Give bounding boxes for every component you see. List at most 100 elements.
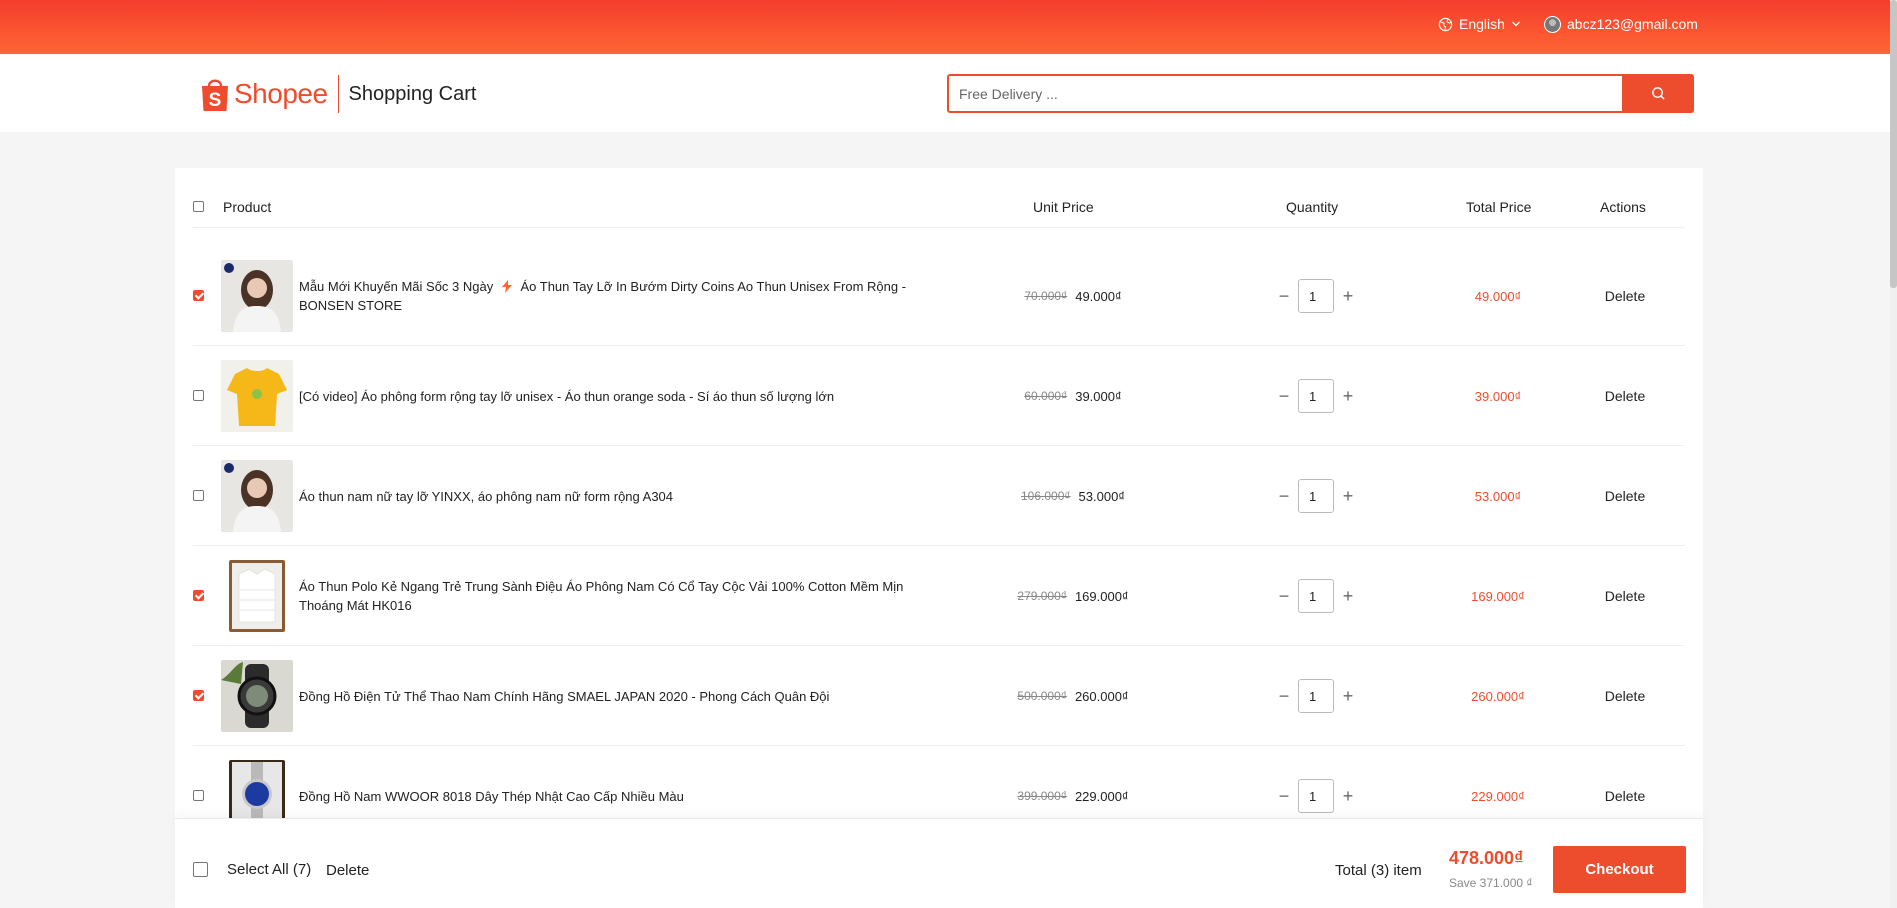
svg-text:S: S (209, 90, 222, 111)
table-row: Áo thun nam nữ tay lỡ YINXX, áo phông na… (193, 446, 1685, 546)
product-name[interactable]: Áo thun nam nữ tay lỡ YINXX, áo phông na… (299, 446, 929, 546)
product-image[interactable] (229, 560, 285, 632)
page-scrollbar[interactable] (1890, 0, 1897, 908)
table-row: [Có video] Áo phông form rộng tay lỡ uni… (193, 346, 1685, 446)
delete-button[interactable]: Delete (1573, 446, 1677, 546)
row-total-price: 229.000₫ (1471, 788, 1525, 804)
header-actions: Actions (1600, 199, 1646, 215)
chevron-down-icon (1511, 21, 1520, 27)
quantity-stepper: −1 + (1270, 279, 1362, 313)
quantity-input[interactable]: 1 (1298, 479, 1334, 513)
search-bar (947, 74, 1694, 113)
header-unit-price: Unit Price (1033, 199, 1094, 215)
flash-sale-icon (501, 280, 512, 293)
increase-button[interactable]: + (1334, 381, 1362, 411)
row-total-price: 260.000₫ (1471, 688, 1525, 704)
decrease-button[interactable]: − (1270, 381, 1298, 411)
unit-price: 106.000₫ 53.000₫ (1021, 488, 1125, 504)
increase-button[interactable]: + (1334, 681, 1362, 711)
header-total-price: Total Price (1466, 199, 1532, 215)
quantity-input[interactable]: 1 (1298, 779, 1334, 813)
row-checkbox[interactable] (193, 690, 204, 701)
total-items-label: Total (3) item (1335, 862, 1422, 879)
header-quantity: Quantity (1286, 199, 1339, 215)
top-bar: English abcz123@gmail.com (0, 0, 1890, 54)
globe-icon (1438, 17, 1453, 31)
search-input[interactable] (959, 76, 1559, 111)
row-total-price: 49.000₫ (1474, 288, 1522, 304)
checkout-button[interactable]: Checkout (1553, 846, 1686, 893)
unit-price: 60.000₫ 39.000₫ (1024, 388, 1122, 404)
table-row: Đồng Hồ Điện Tử Thể Thao Nam Chính Hãng … (193, 646, 1685, 746)
user-email: abcz123@gmail.com (1567, 16, 1698, 32)
header-product: Product (223, 199, 272, 215)
unit-price: 399.000₫ 229.000₫ (1017, 788, 1129, 804)
total-amount: 478.000₫ (1449, 848, 1524, 868)
product-name[interactable]: Đồng Hồ Nam WWOOR 8018 Dây Thép Nhật Cao… (299, 746, 929, 818)
product-name[interactable]: Mẫu Mới Khuyến Mãi Sốc 3 Ngày Áo Thun Ta… (299, 246, 929, 346)
savings-label: Save 371.000 ₫ (1449, 876, 1533, 890)
row-total-price: 169.000₫ (1471, 588, 1525, 604)
row-checkbox[interactable] (193, 590, 204, 601)
quantity-input[interactable]: 1 (1298, 579, 1334, 613)
row-total-price: 39.000₫ (1474, 388, 1522, 404)
cart-footer: Select All (7) Delete Total (3) item 478… (175, 818, 1703, 908)
delete-selected-button[interactable]: Delete (326, 862, 369, 879)
table-row: Áo Thun Polo Kẻ Ngang Trẻ Trung Sành Điệ… (193, 546, 1685, 646)
product-name[interactable]: [Có video] Áo phông form rộng tay lỡ uni… (299, 346, 929, 446)
delete-button[interactable]: Delete (1573, 246, 1677, 346)
table-row: Đồng Hồ Nam WWOOR 8018 Dây Thép Nhật Cao… (193, 746, 1685, 818)
increase-button[interactable]: + (1334, 281, 1362, 311)
decrease-button[interactable]: − (1270, 481, 1298, 511)
user-account[interactable]: abcz123@gmail.com (1544, 14, 1698, 34)
unit-price: 279.000₫ 169.000₫ (1017, 588, 1129, 604)
scrollbar-thumb[interactable] (1890, 0, 1897, 288)
product-image[interactable] (221, 360, 293, 432)
delete-button[interactable]: Delete (1573, 746, 1677, 818)
quantity-input[interactable]: 1 (1298, 279, 1334, 313)
row-checkbox[interactable] (193, 390, 204, 401)
quantity-stepper: −1 + (1270, 679, 1362, 713)
page-title: Shopping Cart (348, 82, 477, 105)
row-checkbox[interactable] (193, 290, 204, 301)
cart-table-header: Product Unit Price Quantity Total Price … (193, 186, 1685, 228)
logo-divider (337, 75, 339, 113)
header-select-checkbox[interactable] (193, 201, 204, 212)
delete-button[interactable]: Delete (1573, 346, 1677, 446)
product-name[interactable]: Áo Thun Polo Kẻ Ngang Trẻ Trung Sành Điệ… (299, 546, 929, 646)
decrease-button[interactable]: − (1270, 681, 1298, 711)
language-label: English (1459, 16, 1505, 32)
unit-price: 70.000₫ 49.000₫ (1024, 288, 1122, 304)
increase-button[interactable]: + (1334, 781, 1362, 811)
search-icon (1651, 87, 1665, 100)
quantity-stepper: −1 + (1270, 579, 1362, 613)
avatar (1544, 15, 1561, 33)
row-checkbox[interactable] (193, 490, 204, 501)
row-checkbox[interactable] (193, 790, 204, 801)
brand-name: Shopee (234, 78, 328, 109)
language-selector[interactable]: English (1438, 14, 1521, 34)
row-total-price: 53.000₫ (1474, 488, 1522, 504)
product-image[interactable] (221, 660, 293, 732)
quantity-stepper: −1 + (1270, 479, 1362, 513)
delete-button[interactable]: Delete (1573, 646, 1677, 746)
decrease-button[interactable]: − (1270, 781, 1298, 811)
delete-button[interactable]: Delete (1573, 546, 1677, 646)
product-image[interactable] (221, 460, 293, 532)
search-button[interactable] (1622, 74, 1694, 113)
decrease-button[interactable]: − (1270, 581, 1298, 611)
product-image[interactable] (229, 760, 285, 818)
quantity-stepper: −1 + (1270, 779, 1362, 813)
quantity-input[interactable]: 1 (1298, 379, 1334, 413)
select-all-label[interactable]: Select All (7) (227, 861, 311, 878)
increase-button[interactable]: + (1334, 581, 1362, 611)
product-name[interactable]: Đồng Hồ Điện Tử Thể Thao Nam Chính Hãng … (299, 646, 929, 746)
decrease-button[interactable]: − (1270, 281, 1298, 311)
select-all-checkbox[interactable] (193, 862, 208, 877)
increase-button[interactable]: + (1334, 481, 1362, 511)
quantity-input[interactable]: 1 (1298, 679, 1334, 713)
shopee-logo[interactable]: S Shopee Shopping Cart (200, 72, 476, 116)
unit-price: 500.000₫ 260.000₫ (1017, 688, 1129, 704)
quantity-stepper: −1 + (1270, 379, 1362, 413)
product-image[interactable] (221, 260, 293, 332)
